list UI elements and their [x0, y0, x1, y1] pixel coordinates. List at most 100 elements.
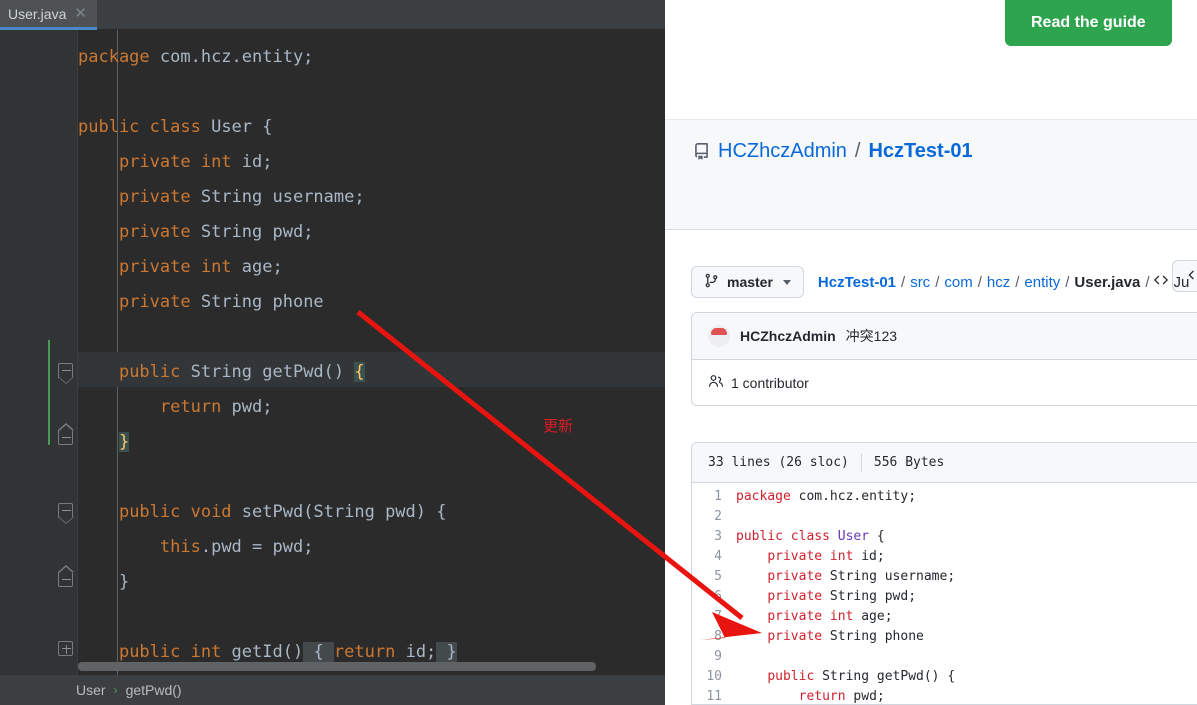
blob-line-number: 10: [706, 669, 722, 684]
blob-line: 11 return pwd;: [692, 687, 1197, 704]
breadcrumb-slash: /: [977, 273, 982, 291]
contributors-row: 1 contributor: [692, 360, 1197, 405]
read-the-guide-button[interactable]: Read the guide: [1005, 0, 1172, 46]
github-banner: Read the guide: [665, 0, 1197, 120]
blob-line-number: 3: [714, 529, 722, 544]
file-path-breadcrumb: HczTest-01 / src / com / hcz / entity / …: [818, 273, 1189, 291]
minus-icon: [62, 579, 71, 580]
chevron-right-icon: ›: [113, 683, 118, 697]
breadcrumb-method[interactable]: getPwd(): [126, 682, 182, 698]
blob-line-code: private int age;: [767, 609, 893, 624]
blob-line: 3 public class User {: [692, 527, 1197, 547]
code-text-area[interactable]: package com.hcz.entity; public class Use…: [78, 30, 665, 675]
fold-toggle-getid[interactable]: [58, 641, 73, 656]
blob-line: 10 public String getPwd() {: [692, 667, 1197, 687]
repo-name-link[interactable]: HczTest-01: [868, 140, 972, 163]
branch-name-label: master: [727, 274, 773, 290]
code-line: public String getPwd() {: [118, 362, 365, 382]
code-line: private int age;: [118, 257, 283, 277]
blob-line-code: return pwd;: [798, 689, 885, 704]
blob-line: 7 private int age;: [692, 607, 1197, 627]
fold-toggle-getpwd-end[interactable]: [58, 423, 74, 445]
contributors-label[interactable]: 1 contributor: [731, 375, 809, 391]
latest-commit-row: HCZhczAdmin 冲突123: [692, 313, 1197, 360]
breadcrumb-slash: /: [935, 273, 940, 291]
breadcrumb-entity[interactable]: entity: [1024, 274, 1060, 291]
blob-line-number: 7: [714, 609, 722, 624]
repo-separator: /: [854, 140, 861, 162]
breadcrumb-tail: Ju: [1154, 273, 1189, 291]
code-line: this.pwd = pwd;: [159, 537, 314, 557]
editor-breadcrumb-status-bar: User › getPwd(): [0, 675, 665, 705]
blob-line-number: 11: [706, 689, 722, 704]
breadcrumb-slash: /: [1015, 273, 1020, 291]
breadcrumb-repo[interactable]: HczTest-01: [818, 274, 896, 291]
blob-line-code: private String pwd;: [767, 589, 917, 604]
github-repo-header: HCZhczAdmin / HczTest-01 Code: [665, 120, 1197, 350]
breadcrumb-src[interactable]: src: [910, 274, 930, 291]
repo-icon: [693, 143, 710, 160]
commit-author-link[interactable]: HCZhczAdmin: [740, 328, 836, 344]
breadcrumb-file: User.java: [1074, 273, 1141, 291]
branch-selector-button[interactable]: master: [691, 266, 804, 298]
screen: User.java ✕ package com.hcz.entity; publ…: [0, 0, 1197, 705]
blob-line-number: 9: [714, 649, 722, 664]
editor-tab-user-java[interactable]: User.java ✕: [0, 0, 97, 30]
repo-owner-link[interactable]: HCZhczAdmin: [718, 140, 847, 163]
fold-toggle-getpwd-start[interactable]: [58, 363, 74, 384]
blob-code-body[interactable]: 1 package com.hcz.entity; 2 3 public class…: [692, 483, 1197, 704]
breadcrumb-slash: /: [1065, 273, 1070, 291]
blob-line-code: private String username;: [767, 569, 956, 584]
blob-line: 9: [692, 647, 1197, 667]
close-icon[interactable]: ✕: [74, 6, 87, 21]
commit-message[interactable]: 冲突123: [846, 326, 897, 346]
blob-header: 33 lines (26 sloc) 556 Bytes: [692, 443, 1197, 483]
blob-line: 2: [692, 507, 1197, 527]
code-line: private String phone: [118, 292, 324, 312]
code-line: return pwd;: [159, 397, 273, 417]
fold-toggle-setpwd-end[interactable]: [58, 565, 74, 587]
repo-title: HCZhczAdmin / HczTest-01: [693, 140, 973, 163]
blob-line: 5 private String username;: [692, 567, 1197, 587]
git-branch-icon: [704, 273, 719, 291]
minus-icon: [62, 437, 71, 438]
breadcrumb-hcz[interactable]: hcz: [987, 274, 1010, 291]
vcs-change-marker: [48, 340, 50, 445]
blob-line: 4 private int id;: [692, 547, 1197, 567]
chevron-down-icon: [782, 279, 791, 285]
blob-line-number: 2: [714, 509, 722, 524]
editor-line-gutter: [0, 30, 52, 675]
breadcrumb-class[interactable]: User: [76, 682, 106, 698]
blob-line-number: 8: [714, 629, 722, 644]
ide-editor-pane: User.java ✕ package com.hcz.entity; publ…: [0, 0, 665, 705]
breadcrumb-slash: /: [1145, 273, 1150, 291]
code-line: private String pwd;: [118, 222, 314, 242]
blob-line-count: 33 lines (26 sloc): [708, 455, 849, 470]
blob-line-code: package com.hcz.entity;: [736, 489, 917, 504]
commit-info-box: HCZhczAdmin 冲突123 1 contributor: [691, 312, 1197, 406]
blob-line-number: 5: [714, 569, 722, 584]
minus-icon: [62, 370, 71, 371]
code-line: }: [118, 432, 130, 452]
avatar[interactable]: [708, 325, 730, 347]
blob-line-code: private int id;: [767, 549, 885, 564]
minus-icon: [62, 510, 71, 511]
blob-line-number: 6: [714, 589, 722, 604]
breadcrumb-com[interactable]: com: [944, 274, 972, 291]
code-line: public class User {: [78, 117, 273, 137]
people-icon: [708, 373, 724, 392]
blob-line-number: 4: [714, 549, 722, 564]
blob-line-code: private String phone: [767, 629, 924, 644]
code-line: private String username;: [118, 187, 365, 207]
file-blob-box: 33 lines (26 sloc) 556 Bytes 1 package co…: [691, 442, 1197, 705]
blob-line-number: 1: [714, 489, 722, 504]
blob-header-divider: [860, 453, 862, 472]
blob-line: 6 private String pwd;: [692, 587, 1197, 607]
fold-toggle-setpwd-start[interactable]: [58, 503, 74, 524]
code-icon: [1154, 273, 1169, 291]
editor-tab-bar: User.java ✕: [0, 0, 665, 30]
annotation-label: 更新: [543, 417, 574, 435]
github-browser-pane: Read the guide HCZhczAdmin / HczTest-01: [665, 0, 1197, 705]
editor-horizontal-scrollbar[interactable]: [78, 662, 596, 671]
blob-line-code: public class User {: [736, 529, 885, 544]
